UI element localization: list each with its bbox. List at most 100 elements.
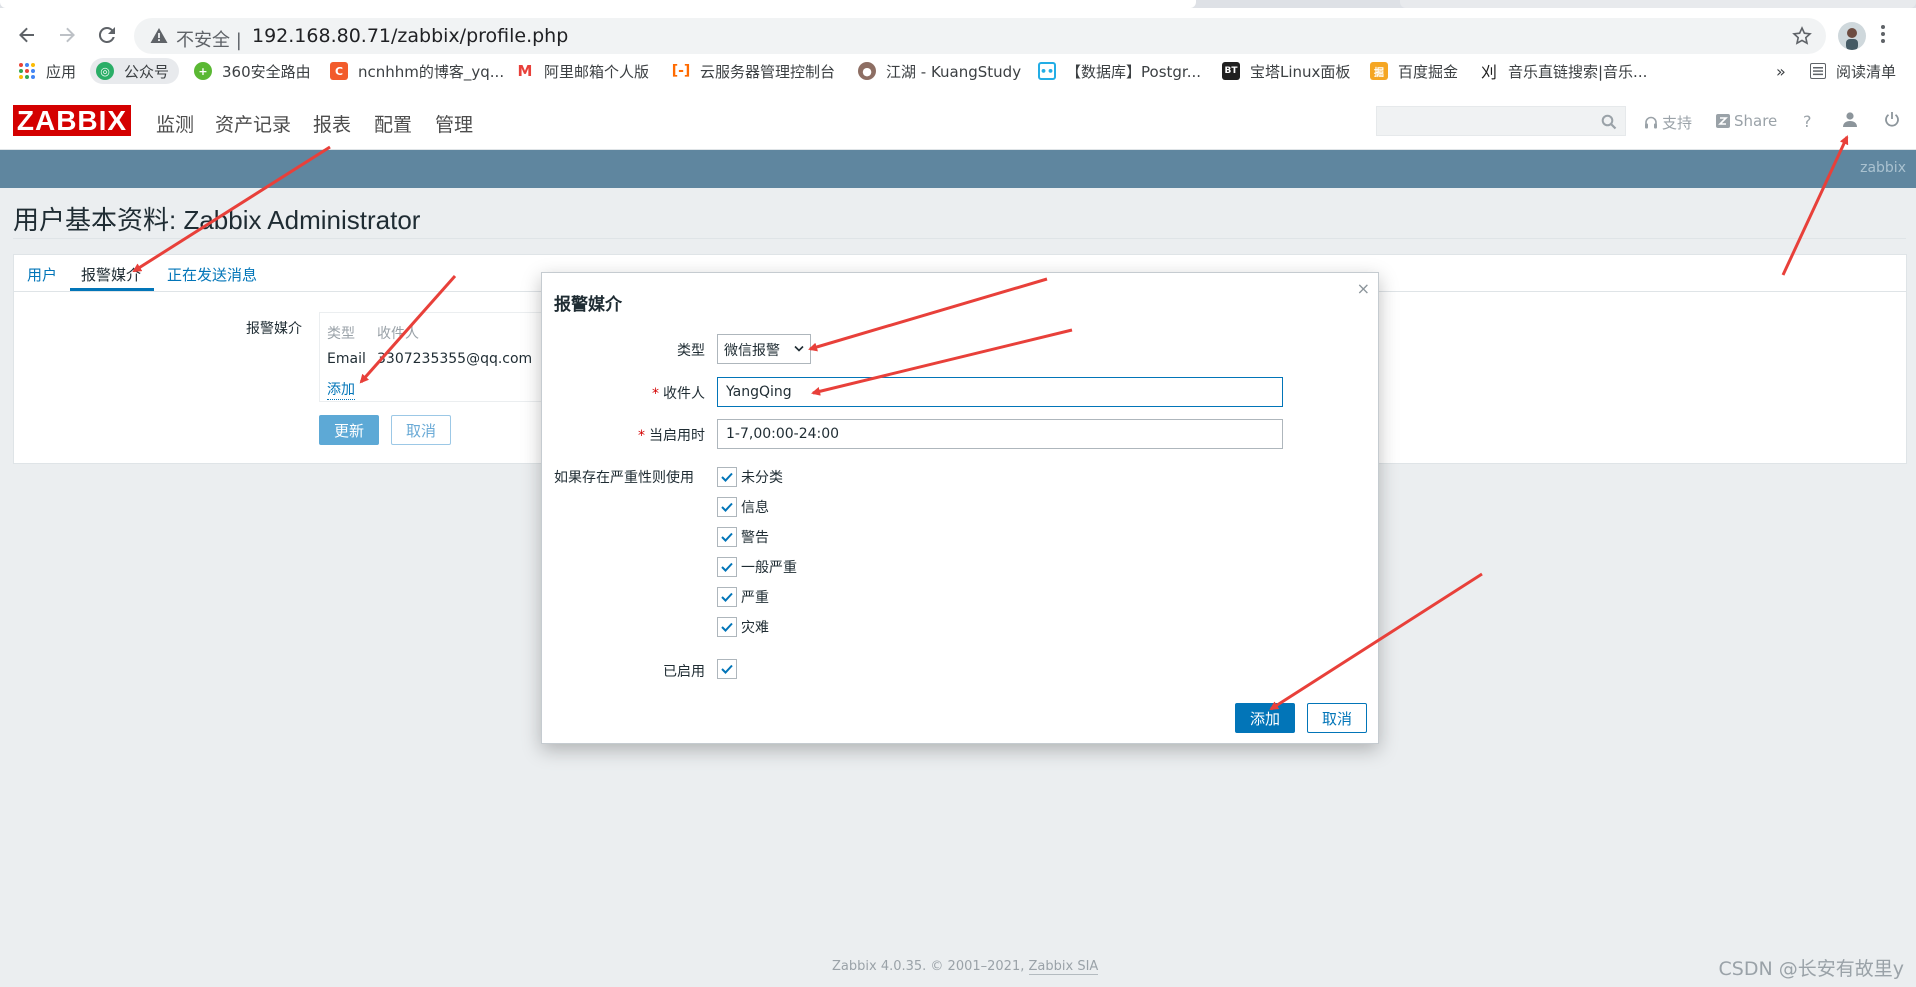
search-icon[interactable] xyxy=(1601,114,1617,130)
footer: Zabbix 4.0.35. © 2001–2021, Zabbix SIA xyxy=(832,959,1099,975)
bookmark-360[interactable]: + 360安全路由 xyxy=(194,58,311,84)
csdn-icon: C xyxy=(330,62,348,80)
bookmark-label: 音乐直链搜索|音乐... xyxy=(1508,62,1648,81)
apps-grid-icon xyxy=(18,62,36,80)
severity-not-classified[interactable]: 未分类 xyxy=(717,467,783,487)
user-profile-icon[interactable] xyxy=(1842,111,1862,127)
footer-version: Zabbix 4.0.35. © 2001–2021, xyxy=(832,959,1029,974)
aliyun-mail-icon: M xyxy=(517,62,533,80)
enabled-checkbox[interactable] xyxy=(717,659,741,679)
media-type-select[interactable]: 微信报警 xyxy=(717,334,811,364)
close-icon[interactable]: × xyxy=(1357,279,1370,298)
bookmarks-more[interactable]: » xyxy=(1776,58,1786,84)
bilibili-icon: •• xyxy=(1038,62,1056,80)
bookmark-kuangstudy[interactable]: ● 江湖 - KuangStudy xyxy=(858,58,1021,84)
bookmark-apps[interactable]: 应用 xyxy=(18,58,76,84)
bookmark-label: 江湖 - KuangStudy xyxy=(886,62,1022,81)
share-icon xyxy=(1716,114,1730,128)
zabbix-header: ZABBIX 监测 资产记录 报表 配置 管理 支持 Share ? xyxy=(0,92,1916,150)
bookmark-aliyun-console[interactable]: [-] 云服务器管理控制台 xyxy=(672,58,835,84)
checkbox-checked-icon[interactable] xyxy=(717,587,737,607)
address-bar[interactable]: 不安全 | 192.168.80.71/zabbix/profile.php xyxy=(134,18,1826,54)
watermark: CSDN @长安有故里y xyxy=(1718,958,1904,980)
checkbox-checked-icon[interactable] xyxy=(717,527,737,547)
divider xyxy=(13,238,1906,239)
checkbox-checked-icon[interactable] xyxy=(717,467,737,487)
update-button[interactable]: 更新 xyxy=(319,415,379,445)
zabbix-logo[interactable]: ZABBIX xyxy=(13,105,131,136)
media-table: 类型 收件人 Email 3307235355@qq.com 添加 xyxy=(319,312,559,402)
bookmark-aliyun-mail[interactable]: M 阿里邮箱个人版 xyxy=(516,58,649,84)
recipient-input[interactable]: YangQing xyxy=(717,377,1283,407)
bookmark-music[interactable]: 刈 音乐直链搜索|音乐... xyxy=(1480,58,1647,84)
kuangstudy-icon: ● xyxy=(858,62,876,80)
headset-icon xyxy=(1645,116,1657,128)
bookmark-csdn[interactable]: C ncnhhm的博客_yq... xyxy=(330,58,504,84)
page-title: 用户基本资料: Zabbix Administrator xyxy=(13,205,421,235)
tab-media[interactable]: 报警媒介 xyxy=(81,264,141,285)
severity-high[interactable]: 严重 xyxy=(717,587,769,607)
wechat-official-icon: ◎ xyxy=(96,62,114,80)
enabled-label: 已启用 xyxy=(663,664,705,680)
bookmark-label: 云服务器管理控制台 xyxy=(700,62,836,81)
severity-information[interactable]: 信息 xyxy=(717,497,769,517)
support-label: 支持 xyxy=(1662,114,1693,132)
help-icon[interactable]: ? xyxy=(1803,112,1812,131)
bookmark-bilibili[interactable]: •• 【数据库】Postgr... xyxy=(1038,58,1201,84)
severity-disaster[interactable]: 灾难 xyxy=(717,617,769,637)
checkbox-checked-icon[interactable] xyxy=(717,659,737,679)
reload-icon[interactable] xyxy=(90,18,124,52)
when-active-label: * 当启用时 xyxy=(638,428,705,444)
bookmark-wechat[interactable]: ◎ 公众号 xyxy=(90,58,180,84)
browser-tab-strip xyxy=(0,0,1916,8)
bookmark-bt[interactable]: BT 宝塔Linux面板 xyxy=(1222,58,1350,84)
severity-warning[interactable]: 警告 xyxy=(717,527,769,547)
profile-avatar[interactable] xyxy=(1838,22,1866,50)
search-input[interactable] xyxy=(1376,106,1626,136)
bookmark-label: 应用 xyxy=(46,62,77,81)
bookmark-label: ncnhhm的博客_yq... xyxy=(358,62,505,81)
share-label: Share xyxy=(1734,112,1778,130)
reading-list[interactable]: 阅读清单 xyxy=(1810,58,1896,84)
menu-inventory[interactable]: 资产记录 xyxy=(215,110,291,137)
back-icon[interactable] xyxy=(10,18,44,52)
menu-monitoring[interactable]: 监测 xyxy=(156,110,194,137)
browser-toolbar: 不安全 | 192.168.80.71/zabbix/profile.php xyxy=(0,8,1916,54)
forward-icon[interactable] xyxy=(50,18,84,52)
dialog-cancel-button[interactable]: 取消 xyxy=(1307,703,1367,733)
browser-chrome: 不安全 | 192.168.80.71/zabbix/profile.php 应… xyxy=(0,0,1916,92)
browser-tab[interactable] xyxy=(1400,0,1916,8)
bookmark-label: 百度掘金 xyxy=(1398,62,1459,81)
warning-icon[interactable] xyxy=(150,27,168,45)
browser-menu-icon[interactable] xyxy=(1880,22,1886,46)
tab-messaging[interactable]: 正在发送消息 xyxy=(167,264,257,285)
add-media-link[interactable]: 添加 xyxy=(327,379,355,400)
media-type-value: 微信报警 xyxy=(724,343,780,359)
url-text[interactable]: 192.168.80.71/zabbix/profile.php xyxy=(252,25,568,47)
tab-user[interactable]: 用户 xyxy=(27,264,57,285)
menu-reports[interactable]: 报表 xyxy=(313,110,351,137)
logout-icon[interactable] xyxy=(1884,111,1904,127)
media-row-recipient: 3307235355@qq.com xyxy=(377,351,533,367)
media-row-type: Email xyxy=(327,351,366,367)
share-link[interactable]: Share xyxy=(1716,112,1777,130)
bookmark-star-icon[interactable] xyxy=(1792,26,1812,46)
type-label: 类型 xyxy=(677,343,705,359)
checkbox-checked-icon[interactable] xyxy=(717,497,737,517)
server-name: zabbix xyxy=(1860,160,1906,176)
media-field-label: 报警媒介 xyxy=(246,321,302,337)
browser-tab-active[interactable] xyxy=(0,0,1196,8)
menu-administration[interactable]: 管理 xyxy=(435,110,473,137)
checkbox-checked-icon[interactable] xyxy=(717,557,737,577)
reading-list-icon xyxy=(1810,63,1826,79)
footer-company-link[interactable]: Zabbix SIA xyxy=(1028,959,1099,975)
support-link[interactable]: 支持 xyxy=(1644,112,1692,133)
bookmark-juejin[interactable]: 掘 百度掘金 xyxy=(1370,58,1458,84)
dialog-add-button[interactable]: 添加 xyxy=(1235,703,1295,733)
juejin-icon: 掘 xyxy=(1370,62,1388,80)
checkbox-checked-icon[interactable] xyxy=(717,617,737,637)
cancel-button[interactable]: 取消 xyxy=(391,415,451,445)
menu-configuration[interactable]: 配置 xyxy=(374,110,412,137)
severity-average[interactable]: 一般严重 xyxy=(717,557,797,577)
when-active-input[interactable]: 1-7,00:00-24:00 xyxy=(717,419,1283,449)
